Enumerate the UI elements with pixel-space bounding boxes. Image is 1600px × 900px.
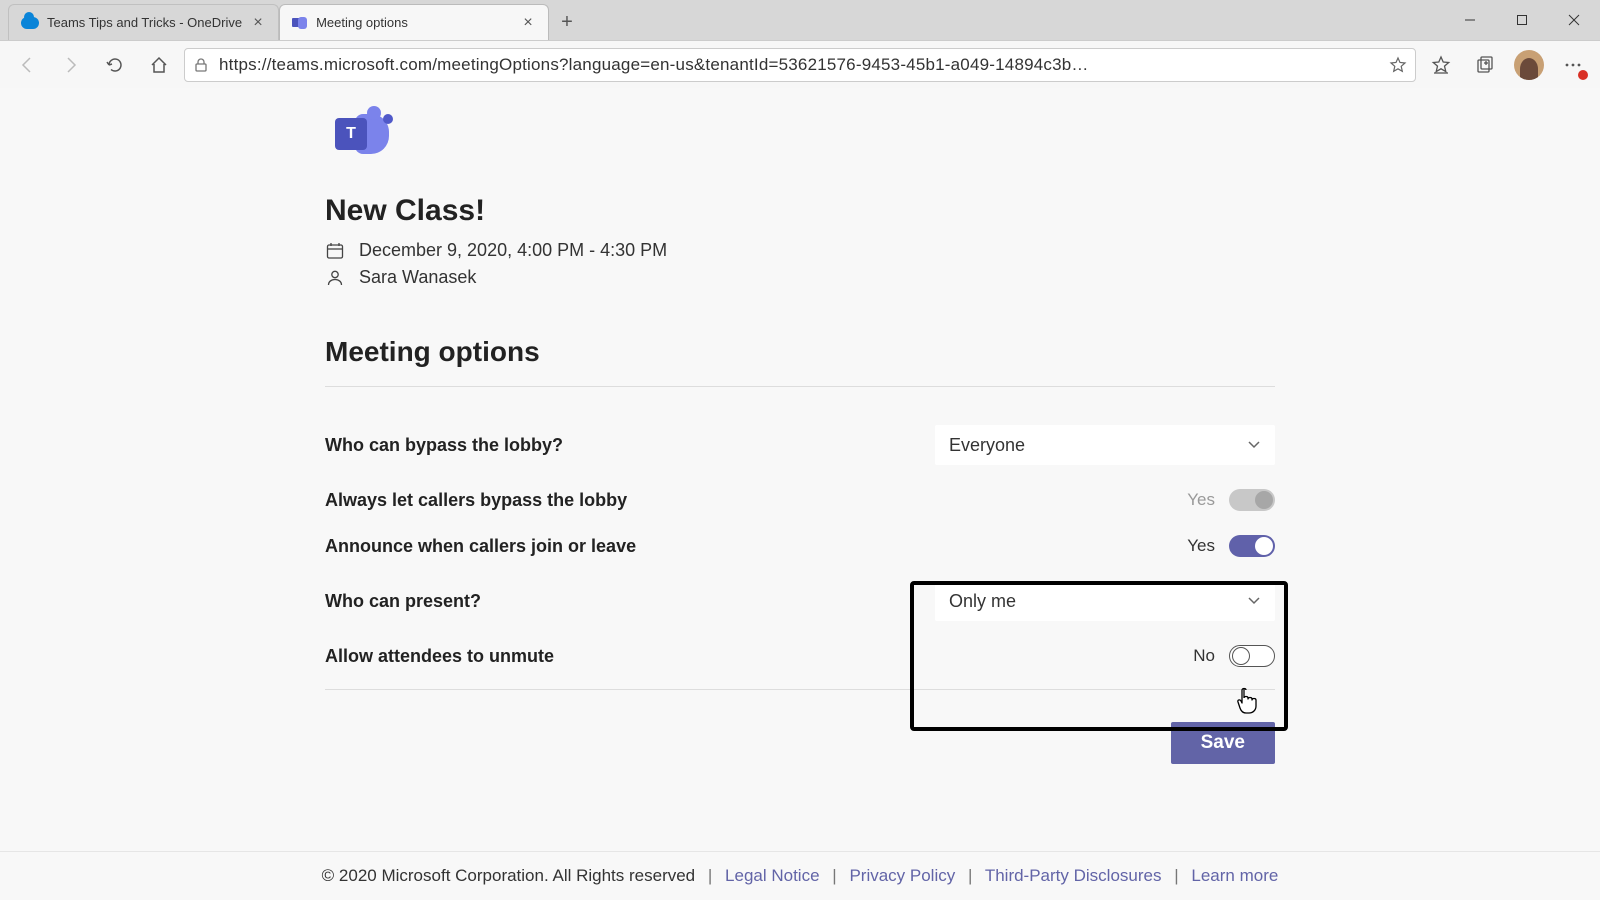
meeting-datetime: December 9, 2020, 4:00 PM - 4:30 PM	[359, 240, 667, 261]
option-label: Announce when callers join or leave	[325, 536, 636, 557]
option-label: Who can bypass the lobby?	[325, 435, 563, 456]
meeting-title: New Class!	[325, 194, 1275, 228]
divider	[325, 386, 1275, 387]
callers-bypass-toggle[interactable]	[1229, 489, 1275, 511]
meeting-organizer: Sara Wanasek	[359, 267, 476, 288]
bypass-lobby-select[interactable]: Everyone	[935, 425, 1275, 465]
avatar	[1514, 50, 1544, 80]
option-label: Allow attendees to unmute	[325, 646, 554, 667]
forward-button[interactable]	[52, 46, 90, 84]
option-callers-bypass: Always let callers bypass the lobby Yes	[325, 477, 1275, 523]
teams-icon	[292, 15, 308, 31]
footer-link-privacy[interactable]: Privacy Policy	[849, 866, 955, 885]
content: T New Class! December 9, 2020, 4:00 PM -…	[325, 88, 1275, 794]
more-button[interactable]	[1554, 46, 1592, 84]
allow-unmute-toggle[interactable]	[1229, 645, 1275, 667]
profile-button[interactable]	[1510, 46, 1548, 84]
close-window-button[interactable]	[1548, 0, 1600, 40]
option-label: Always let callers bypass the lobby	[325, 490, 627, 511]
toggle-value: Yes	[1187, 536, 1215, 556]
teams-logo: T	[325, 98, 1275, 188]
select-value: Only me	[949, 591, 1016, 612]
meeting-organizer-row: Sara Wanasek	[325, 267, 1275, 288]
announce-toggle[interactable]	[1229, 535, 1275, 557]
option-bypass-lobby: Who can bypass the lobby? Everyone	[325, 413, 1275, 477]
section-heading: Meeting options	[325, 336, 1275, 368]
minimize-button[interactable]	[1444, 0, 1496, 40]
nav-bar: https://teams.microsoft.com/meetingOptio…	[0, 40, 1600, 88]
footer-link-learn-more[interactable]: Learn more	[1191, 866, 1278, 885]
collections-button[interactable]	[1466, 46, 1504, 84]
option-announce: Announce when callers join or leave Yes	[325, 523, 1275, 569]
tab-onedrive[interactable]: Teams Tips and Tricks - OneDrive ×	[8, 4, 279, 40]
url-text: https://teams.microsoft.com/meetingOptio…	[219, 55, 1379, 75]
tab-title: Meeting options	[316, 15, 512, 30]
window-controls	[1444, 0, 1600, 40]
star-icon[interactable]	[1389, 56, 1407, 74]
chevron-down-icon	[1247, 594, 1261, 608]
option-label: Who can present?	[325, 591, 481, 612]
favorites-button[interactable]	[1422, 46, 1460, 84]
save-row: Save	[325, 716, 1275, 794]
person-icon	[325, 268, 345, 288]
tab-title: Teams Tips and Tricks - OneDrive	[47, 15, 242, 30]
refresh-button[interactable]	[96, 46, 134, 84]
calendar-icon	[325, 241, 345, 261]
footer-link-legal[interactable]: Legal Notice	[725, 866, 820, 885]
chevron-down-icon	[1247, 438, 1261, 452]
select-value: Everyone	[949, 435, 1025, 456]
teams-logo-letter: T	[335, 118, 367, 150]
lock-icon	[193, 57, 209, 73]
browser-chrome: Teams Tips and Tricks - OneDrive × Meeti…	[0, 0, 1600, 88]
meeting-datetime-row: December 9, 2020, 4:00 PM - 4:30 PM	[325, 240, 1275, 261]
address-bar[interactable]: https://teams.microsoft.com/meetingOptio…	[184, 48, 1416, 82]
back-button[interactable]	[8, 46, 46, 84]
save-button[interactable]: Save	[1171, 722, 1275, 764]
option-who-can-present: Who can present? Only me	[325, 569, 1275, 633]
close-icon[interactable]: ×	[250, 15, 266, 31]
maximize-button[interactable]	[1496, 0, 1548, 40]
page-body: T New Class! December 9, 2020, 4:00 PM -…	[0, 88, 1600, 900]
footer: © 2020 Microsoft Corporation. All Rights…	[0, 851, 1600, 900]
copyright: © 2020 Microsoft Corporation. All Rights…	[322, 866, 695, 885]
footer-link-disclosures[interactable]: Third-Party Disclosures	[985, 866, 1162, 885]
tab-meeting-options[interactable]: Meeting options ×	[279, 4, 549, 40]
divider	[325, 689, 1275, 690]
close-icon[interactable]: ×	[520, 15, 536, 31]
onedrive-icon	[21, 17, 39, 29]
toggle-value: Yes	[1187, 490, 1215, 510]
home-button[interactable]	[140, 46, 178, 84]
new-tab-button[interactable]: +	[549, 4, 585, 40]
option-allow-unmute: Allow attendees to unmute No	[325, 633, 1275, 679]
tab-bar: Teams Tips and Tricks - OneDrive × Meeti…	[0, 0, 1600, 40]
toggle-value: No	[1193, 646, 1215, 666]
who-can-present-select[interactable]: Only me	[935, 581, 1275, 621]
